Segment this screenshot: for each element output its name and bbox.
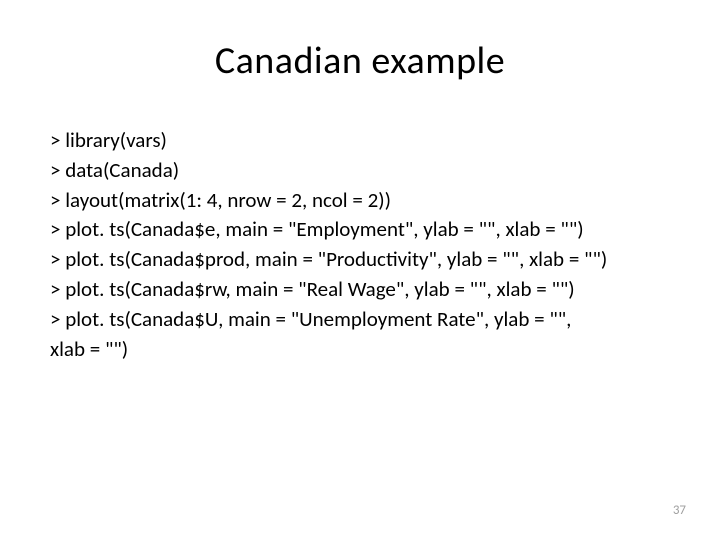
code-line: > plot. ts(Canada$prod, main = "Producti… xyxy=(50,245,670,275)
code-line: > library(vars) xyxy=(50,126,670,156)
code-line: xlab = "") xyxy=(50,335,670,365)
code-line: > plot. ts(Canada$rw, main = "Real Wage"… xyxy=(50,275,670,305)
slide-title: Canadian example xyxy=(50,38,670,84)
page-number: 37 xyxy=(673,503,686,518)
code-block: > library(vars) > data(Canada) > layout(… xyxy=(50,126,670,365)
code-line: > plot. ts(Canada$e, main = "Employment"… xyxy=(50,215,670,245)
slide-container: Canadian example > library(vars) > data(… xyxy=(0,0,720,540)
code-line: > layout(matrix(1: 4, nrow = 2, ncol = 2… xyxy=(50,186,670,216)
code-line: > plot. ts(Canada$U, main = "Unemploymen… xyxy=(50,305,670,335)
code-line: > data(Canada) xyxy=(50,156,670,186)
